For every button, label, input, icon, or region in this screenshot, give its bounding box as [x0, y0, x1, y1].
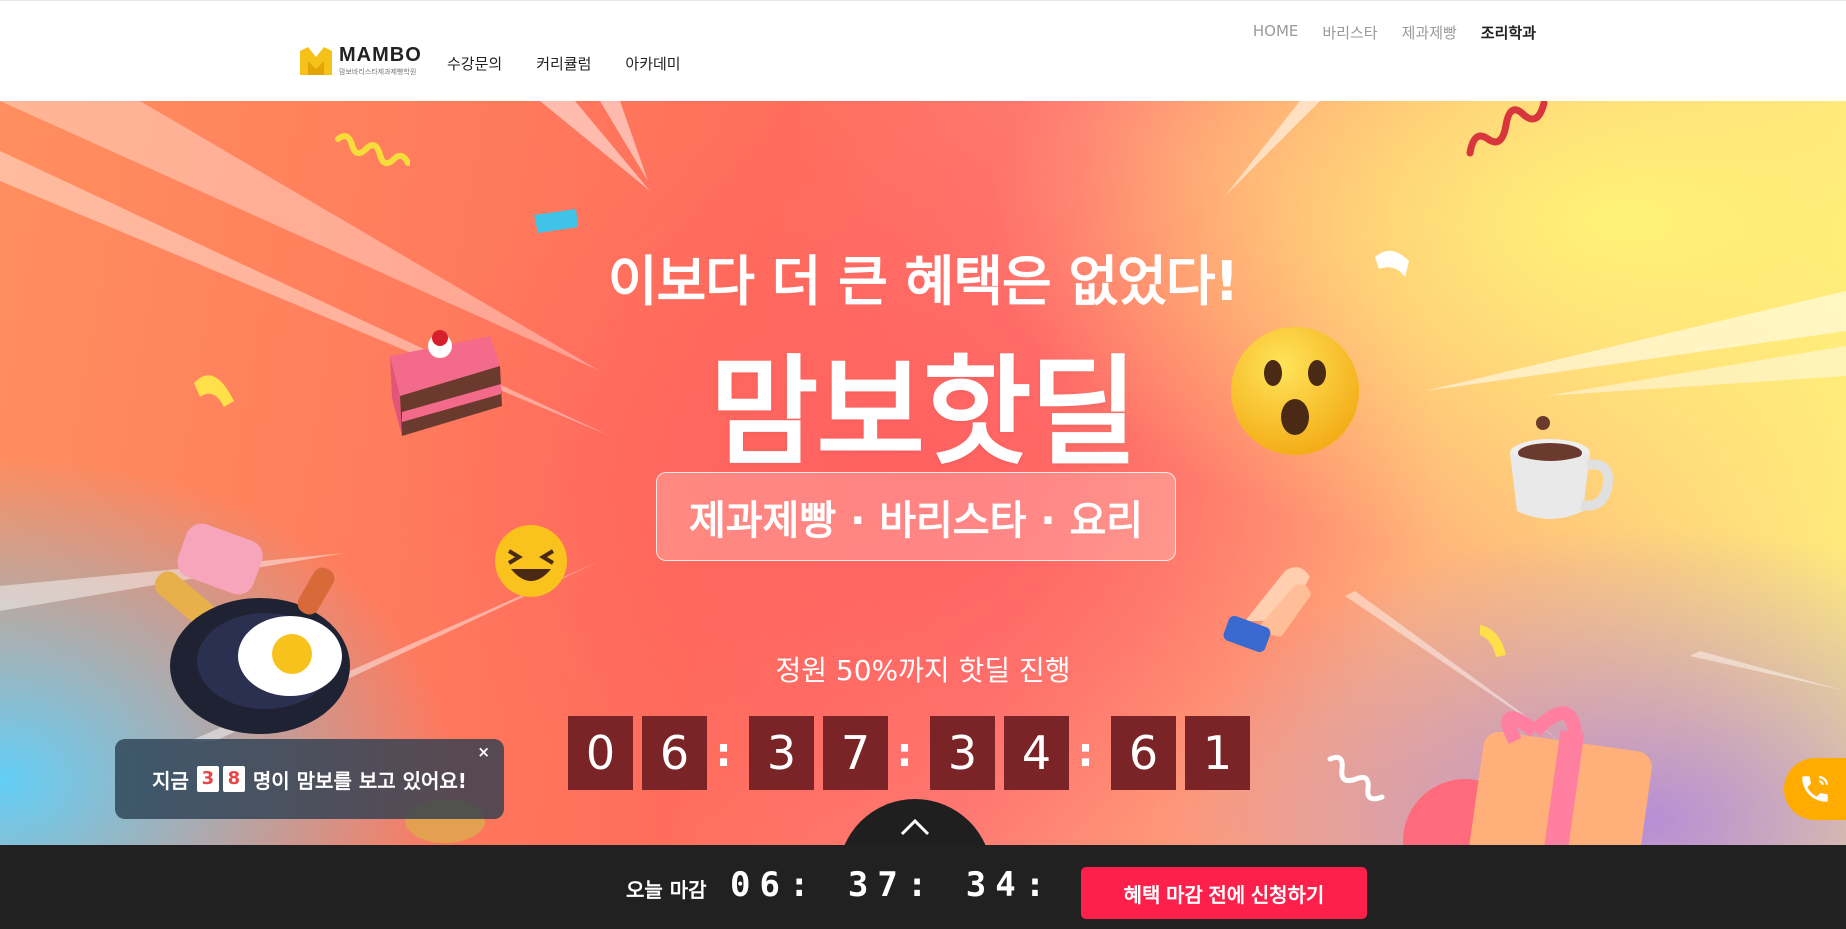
top-nav-bakery[interactable]: 제과제빵: [1402, 22, 1457, 43]
toast-prefix: 지금: [152, 768, 189, 793]
countdown-digit: 3: [930, 716, 995, 790]
top-nav: HOME 바리스타 제과제빵 조리학과: [1253, 22, 1536, 43]
laughing-emoji-icon: [495, 525, 567, 597]
countdown-separator: :: [896, 730, 913, 776]
scroll-top-button[interactable]: [838, 799, 992, 845]
hero-banner: 이보다 더 큰 혜택은 없었다! 맘보핫딜 제과제빵 · 바리스타 · 요리 정…: [0, 101, 1846, 845]
close-icon[interactable]: ×: [477, 743, 490, 761]
apply-button[interactable]: 혜택 마감 전에 신청하기: [1081, 867, 1367, 919]
countdown-separator: :: [715, 730, 732, 776]
countdown-digit: 6: [642, 716, 707, 790]
countdown-digit: 6: [1111, 716, 1176, 790]
squiggle-decoration: [1466, 101, 1548, 157]
countdown-digit: 0: [568, 716, 633, 790]
site-header: MAMBO 맘보바리스타제과제빵학원 수강문의 커리큘럼 아카데미 HOME 바…: [0, 0, 1846, 101]
countdown-digit: 1: [1185, 716, 1250, 790]
top-nav-cooking[interactable]: 조리학과: [1481, 22, 1536, 43]
countdown-digit: 4: [1004, 716, 1069, 790]
nav-item-curriculum[interactable]: 커리큘럼: [536, 53, 591, 74]
deadline-bar: 오늘 마감 06: 37: 34: 61 혜택 마감 전에 신청하기: [0, 845, 1846, 929]
promo-text: 정원 50%까지 핫딜 진행: [775, 654, 1071, 687]
viewer-count-toast: 지금 3 8 명이 맘보를 보고 있어요! ×: [115, 739, 504, 819]
logo-icon: [300, 47, 332, 75]
hero-heading: 맘보핫딜: [709, 343, 1138, 481]
nav-item-inquiry[interactable]: 수강문의: [447, 53, 502, 74]
top-nav-barista[interactable]: 바리스타: [1322, 22, 1377, 43]
top-nav-home[interactable]: HOME: [1253, 22, 1299, 43]
countdown-digit: 7: [823, 716, 888, 790]
countdown-separator: :: [1077, 730, 1094, 776]
main-nav: 수강문의 커리큘럼 아카데미: [447, 53, 681, 74]
countdown-digit: 3: [749, 716, 814, 790]
call-button[interactable]: [1784, 758, 1846, 820]
category-box: 제과제빵 · 바리스타 · 요리: [656, 472, 1176, 561]
confetti-decoration: [534, 209, 578, 233]
clapping-hands-illustration: [1223, 567, 1311, 653]
toast-suffix: 명이 맘보를 보고 있어요!: [252, 768, 467, 793]
viewer-digit: 8: [222, 766, 245, 792]
deadline-label: 오늘 마감: [626, 878, 707, 902]
viewer-digit: 3: [196, 766, 219, 792]
nav-item-academy[interactable]: 아카데미: [625, 53, 680, 74]
frying-pan-illustration: [154, 523, 350, 734]
site-logo[interactable]: MAMBO 맘보바리스타제과제빵학원: [298, 45, 422, 77]
phone-icon: [1802, 775, 1829, 802]
gift-box-illustration: [1403, 706, 1652, 845]
logo-subtitle: 맘보바리스타제과제빵학원: [339, 68, 417, 76]
logo-name: MAMBO: [339, 44, 422, 66]
squiggle-decoration: [1327, 754, 1385, 802]
chevron-up-icon: [900, 818, 930, 836]
countdown-timer: 0 6 : 3 7 : 3 4 : 6 1: [568, 716, 1259, 790]
squiggle-decoration: [335, 133, 410, 167]
hero-title: 이보다 더 큰 혜택은 없었다!: [607, 250, 1239, 313]
